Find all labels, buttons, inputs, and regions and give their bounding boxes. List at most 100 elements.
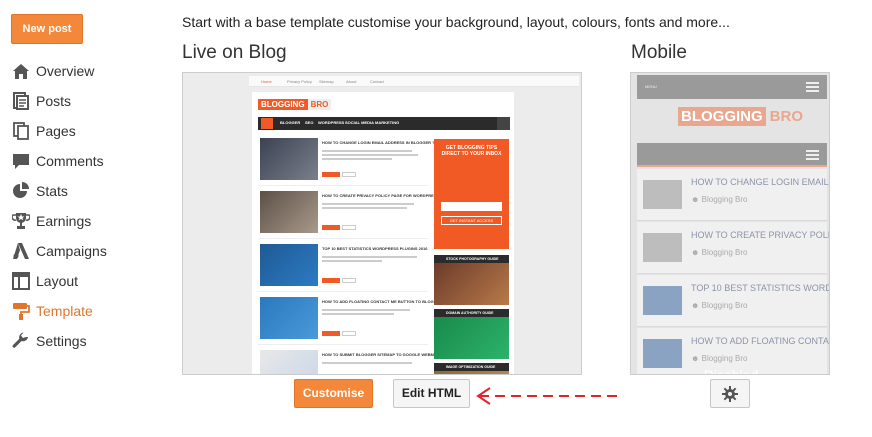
mobile-post: TOP 10 BEST STATISTICS WORDPRESS PLU... … — [637, 275, 830, 327]
preview-logo-part-a: BLOGGING — [258, 99, 308, 110]
sidebar-item-label: Layout — [36, 273, 79, 289]
sidebar-item-posts[interactable]: Posts — [10, 86, 107, 116]
widget-image — [434, 371, 509, 374]
sidebar-item-stats[interactable]: Stats — [10, 176, 107, 206]
share-button — [342, 225, 356, 230]
wrench-icon — [10, 331, 32, 351]
preview-post-title: TOP 10 BEST STATISTICS WORDPRESS PLUGINS… — [322, 246, 428, 251]
preview-widget: DOMAIN AUTHORITY GUIDE — [434, 309, 509, 359]
mobile-template-preview: MENU BLOGGING BRO HOW TO CHANGE LOGIN EM… — [630, 72, 830, 375]
mobile-post-title: HOW TO ADD FLOATING CONTACT ME BUTT... — [691, 336, 829, 346]
edit-html-button[interactable]: Edit HTML — [393, 379, 470, 408]
preview-widget: IMAGE OPTIMIZATION GUIDE — [434, 363, 509, 374]
mobile-logo-part-a: BLOGGING — [678, 107, 766, 126]
preview-link-contact: Contact — [370, 79, 384, 84]
comments-icon — [10, 151, 32, 171]
post-thumbnail — [643, 339, 682, 368]
sidebar-item-label: Earnings — [36, 213, 92, 229]
mobile-post-byline: ☻ Blogging Bro — [691, 248, 747, 257]
mobile-byline-text: Blogging Bro — [701, 301, 748, 310]
arrow-annotation — [476, 387, 622, 405]
preview-link-privacy: Privacy Policy — [287, 79, 312, 84]
read-more-button — [322, 172, 340, 177]
sidebar-item-label: Pages — [36, 123, 76, 139]
sidebar-item-label: Posts — [36, 93, 72, 109]
preview-post-title: HOW TO CREATE PRIVACY POLICY PAGE FOR WO… — [322, 193, 447, 198]
sidebar-item-label: Overview — [36, 63, 95, 79]
preview-widget-title: IMAGE OPTIMIZATION GUIDE — [434, 363, 509, 371]
mobile-settings-button[interactable] — [710, 379, 750, 408]
live-template-preview[interactable]: Home Privacy Policy Sitemap About Contac… — [182, 72, 582, 375]
preview-email-field — [441, 202, 502, 211]
widget-image — [434, 317, 509, 359]
preview-cta-button: GET INSTANT ACCESS — [441, 216, 502, 225]
sidebar-item-overview[interactable]: Overview — [10, 56, 107, 86]
mobile-byline-text: Blogging Bro — [701, 248, 748, 257]
sidebar-item-settings[interactable]: Settings — [10, 326, 107, 356]
mobile-heading: Mobile — [631, 42, 687, 63]
mobile-top-bar: MENU — [637, 75, 827, 99]
mobile-byline-text: Blogging Bro — [701, 354, 748, 363]
text-line — [322, 313, 394, 315]
sidebar-item-campaigns[interactable]: Campaigns — [10, 236, 107, 266]
text-line — [322, 154, 418, 156]
preview-logo-part-b: BRO — [307, 99, 332, 110]
text-line — [322, 362, 412, 364]
campaigns-icon — [10, 241, 32, 261]
preview-menu-item: SEO — [305, 120, 314, 125]
menu-icon — [806, 82, 819, 92]
preview-logo: BLOGGING BRO — [258, 99, 332, 110]
read-more-button — [322, 278, 340, 283]
share-button — [342, 278, 356, 283]
post-thumbnail — [643, 233, 682, 262]
text-line — [322, 207, 407, 209]
stats-icon — [10, 181, 32, 201]
mobile-post-byline: ☻ Blogging Bro — [691, 354, 747, 363]
sidebar-item-layout[interactable]: Layout — [10, 266, 107, 296]
post-thumbnail — [643, 286, 682, 315]
mobile-post: HOW TO CHANGE LOGIN EMAIL ADDRESS I... ☻… — [637, 169, 829, 221]
preview-post-title: HOW TO ADD FLOATING CONTACT ME BUTTON TO… — [322, 299, 446, 304]
preview-post: HOW TO CREATE PRIVACY POLICY PAGE FOR WO… — [258, 189, 446, 239]
posts-icon — [10, 91, 32, 111]
preview-widget: STOCK PHOTOGRAPHY GUIDE — [434, 255, 509, 305]
text-line — [322, 158, 392, 160]
preview-post: TOP 10 BEST STATISTICS WORDPRESS PLUGINS… — [258, 242, 428, 292]
template-icon — [10, 301, 32, 321]
text-line — [322, 150, 412, 152]
preview-newsletter-box: GET BLOGGING TIPS DIRECT TO YOUR INBOX G… — [434, 139, 509, 249]
preview-link-home: Home — [261, 79, 272, 84]
home-icon — [261, 118, 273, 129]
sidebar-item-template[interactable]: Template — [10, 296, 107, 326]
widget-image — [434, 263, 509, 305]
post-thumbnail — [260, 138, 318, 180]
sidebar-item-label: Stats — [36, 183, 68, 199]
intro-text: Start with a base template customise you… — [182, 14, 730, 30]
preview-menu-bar: BLOGGER SEO WORDPRESS SOCIAL MEDIA MARKE… — [258, 117, 510, 130]
new-post-button[interactable]: New post — [11, 14, 83, 44]
sidebar-item-pages[interactable]: Pages — [10, 116, 107, 146]
mobile-disabled-label: Disabled — [703, 367, 759, 375]
customise-button[interactable]: Customise — [294, 379, 373, 408]
text-line — [322, 260, 382, 262]
post-thumbnail — [260, 350, 318, 374]
post-thumbnail — [260, 244, 318, 286]
preview-post: HOW TO SUBMIT BLOGGER SITEMAP TO GOOGLE … — [258, 348, 445, 374]
read-more-button — [322, 331, 340, 336]
search-icon — [497, 117, 510, 130]
text-line — [322, 256, 417, 258]
share-button — [342, 172, 356, 177]
mobile-byline-text: Blogging Bro — [701, 195, 748, 204]
mobile-post-byline: ☻ Blogging Bro — [691, 195, 747, 204]
mobile-post-title: HOW TO CREATE PRIVACY POLICY PAGE FO... — [691, 230, 830, 240]
user-icon: ☻ — [691, 354, 700, 363]
mobile-post-title: TOP 10 BEST STATISTICS WORDPRESS PLU... — [691, 283, 830, 293]
mobile-logo-part-b: BRO — [769, 108, 804, 125]
user-icon: ☻ — [691, 301, 700, 310]
sidebar-item-comments[interactable]: Comments — [10, 146, 107, 176]
sidebar-item-label: Template — [36, 303, 93, 319]
mobile-post-title: HOW TO CHANGE LOGIN EMAIL ADDRESS I... — [691, 177, 829, 187]
post-thumbnail — [260, 297, 318, 339]
sidebar-item-earnings[interactable]: Earnings — [10, 206, 107, 236]
post-thumbnail — [260, 191, 318, 233]
